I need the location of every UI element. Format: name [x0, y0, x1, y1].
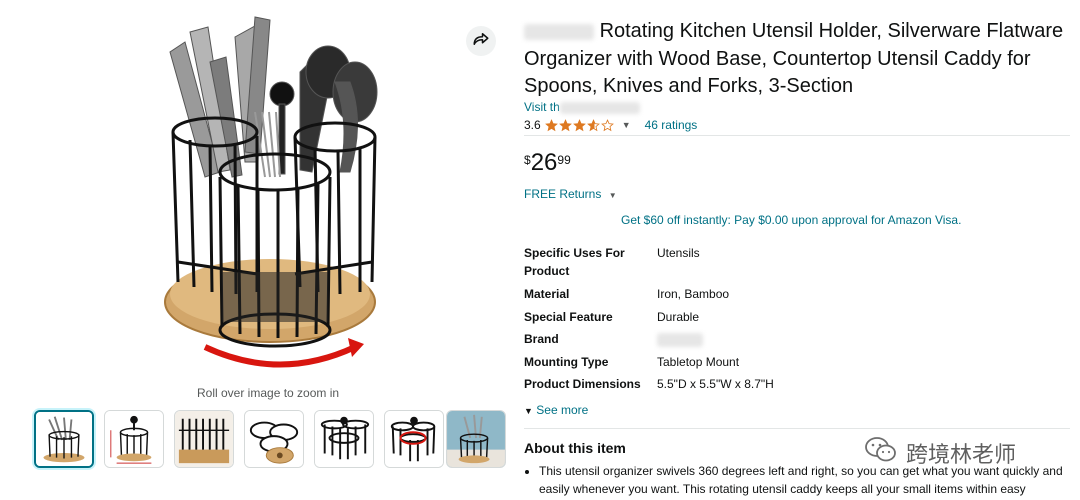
- divider: [524, 135, 1070, 136]
- chevron-down-icon: ▼: [608, 191, 617, 200]
- image-gallery: Roll over image to zoom in: [0, 0, 520, 500]
- star-icon: [600, 118, 614, 131]
- share-button[interactable]: [466, 26, 496, 56]
- blurred-brand: [524, 23, 594, 40]
- blurred-brand-value: [657, 330, 703, 348]
- free-returns-link[interactable]: FREE Returns ▼: [524, 187, 617, 201]
- star-icon: [558, 118, 572, 131]
- thumbnail-2[interactable]: [104, 410, 164, 468]
- visa-promo-link[interactable]: Get $60 off instantly: Pay $0.00 upon ap…: [621, 213, 961, 227]
- chevron-down-icon: ▼: [524, 406, 533, 416]
- wechat-icon: [864, 436, 898, 469]
- thumbnail-5[interactable]: [314, 410, 374, 468]
- star-icon: [572, 118, 586, 131]
- star-icon: [544, 118, 558, 131]
- star-icon: [586, 118, 600, 131]
- about-heading: About this item: [524, 440, 626, 456]
- main-product-image[interactable]: [150, 12, 390, 382]
- product-title: Rotating Kitchen Utensil Holder, Silverw…: [524, 18, 1070, 101]
- thumbnail-3[interactable]: [174, 410, 234, 468]
- star-rating[interactable]: [544, 118, 615, 132]
- watermark-text: 跨境林老师: [906, 442, 1017, 468]
- zoom-hint: Roll over image to zoom in: [197, 386, 340, 400]
- divider: [524, 428, 1070, 429]
- thumbnail-1[interactable]: [34, 410, 94, 468]
- share-icon: [472, 30, 490, 53]
- watermark: 跨境林老师: [864, 436, 1016, 469]
- price: $ 26 99: [524, 149, 571, 176]
- ratings-count-link[interactable]: 46 ratings: [645, 118, 698, 132]
- thumbnail-7[interactable]: [446, 410, 506, 468]
- rating-row: 3.6 ▼ 46 ratings: [524, 118, 697, 132]
- chevron-down-icon[interactable]: ▼: [622, 120, 631, 130]
- thumbnail-6[interactable]: [384, 410, 444, 468]
- store-link[interactable]: Visit th: [524, 100, 640, 114]
- product-title-text: Rotating Kitchen Utensil Holder, Silverw…: [524, 20, 1064, 97]
- thumbnail-4[interactable]: [244, 410, 304, 468]
- see-more-link[interactable]: ▼ See more: [524, 403, 588, 417]
- rating-value: 3.6: [524, 118, 541, 132]
